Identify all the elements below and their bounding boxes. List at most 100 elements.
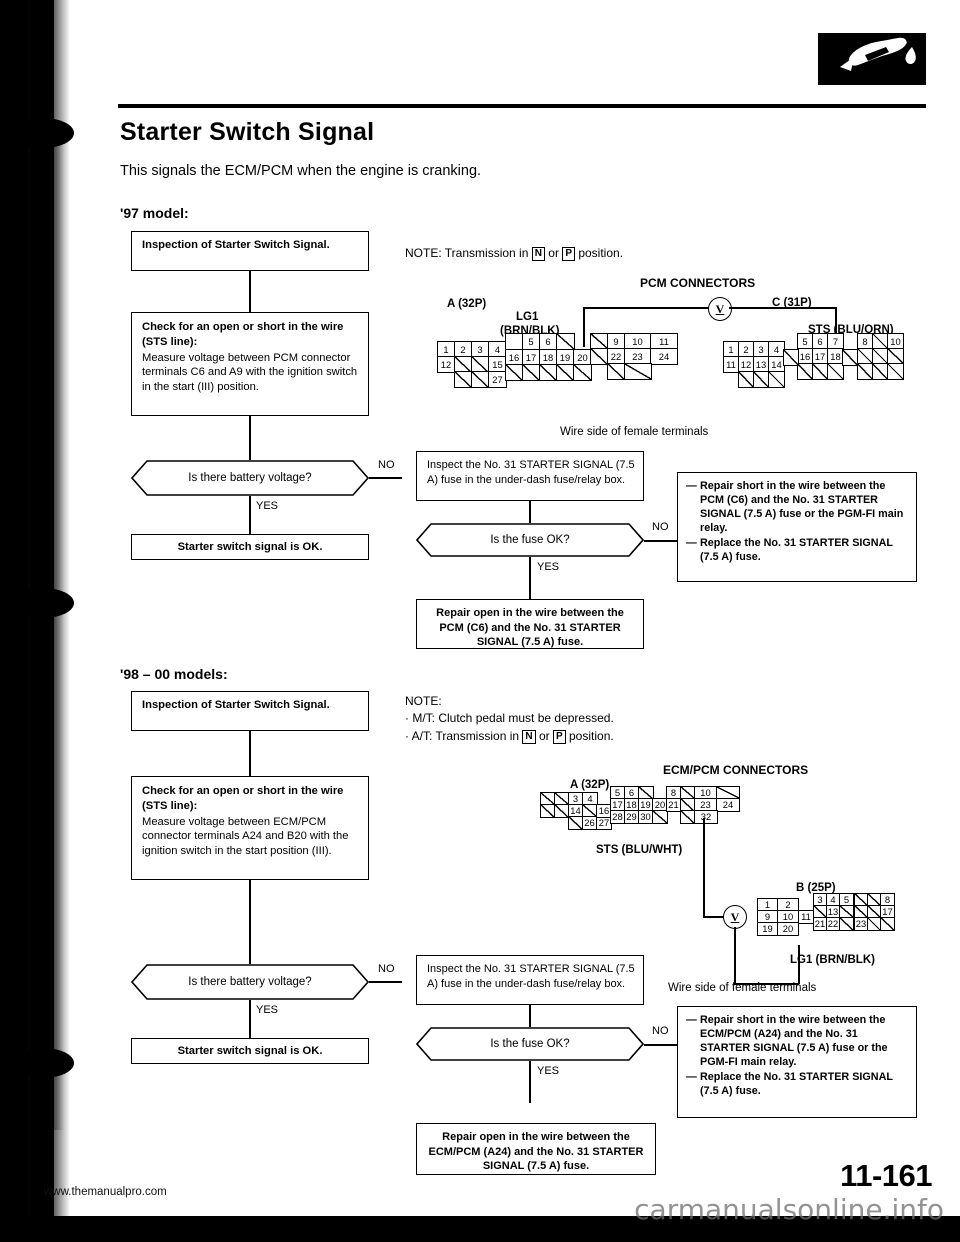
lg1-wire-label-98: LG1 (BRN/BLK) xyxy=(790,954,875,966)
binder-hole xyxy=(12,588,74,618)
flow-98-repair-short-item-2: Replace the No. 31 STARTER SIGNAL (7.5 A… xyxy=(700,1071,893,1098)
binder-hole xyxy=(12,118,74,148)
meter-lead-left-drop-97 xyxy=(583,307,585,347)
connector-a32p-label-98: A (32P) xyxy=(570,779,610,791)
flow-98-check-body: Measure voltage between ECM/PCM connecto… xyxy=(142,815,349,858)
note-97: NOTE: Transmission in N or P position. xyxy=(405,245,623,262)
note-98: NOTE: · M/T: Clutch pedal must be depres… xyxy=(405,693,614,745)
page-title: Starter Switch Signal xyxy=(120,118,375,146)
flow-97-ok-box: Starter switch signal is OK. xyxy=(131,534,369,560)
flow-97-start-label: Inspection of Starter Switch Signal. xyxy=(142,239,330,251)
note-98-prefix: NOTE: xyxy=(405,694,442,708)
flow-98-connector-2 xyxy=(249,880,251,964)
note-97-text-after: position. xyxy=(578,246,624,260)
flow-98-ok-box: Starter switch signal is OK. xyxy=(131,1038,369,1064)
flow-97-connector-1 xyxy=(249,271,251,312)
flow-97-no-label-2: NO xyxy=(652,521,669,533)
flow-98-decision-2-label: Is the fuse OK? xyxy=(490,1038,570,1050)
note-98-line-1: · M/T: Clutch pedal must be depressed. xyxy=(405,711,614,726)
fuel-nozzle-icon xyxy=(818,33,926,85)
flow-98-inspect-fuse-box: Inspect the No. 31 STARTER SIGNAL (7.5 A… xyxy=(416,955,644,1005)
flow-98-decision-battery-voltage: Is there battery voltage? xyxy=(131,964,369,1000)
flow-98-no-branch-1 xyxy=(369,981,402,983)
wire-side-caption-98: Wire side of female terminals xyxy=(668,982,817,994)
flow-97-inspect-fuse-box: Inspect the No. 31 STARTER SIGNAL (7.5 A… xyxy=(416,451,644,501)
flow-97-decision-battery-voltage: Is there battery voltage? xyxy=(131,460,369,496)
section-heading-98: '98 – 00 models: xyxy=(120,666,228,682)
ecm-pcm-connectors-title-98: ECM/PCM CONNECTORS xyxy=(663,763,809,777)
sts-wire-label-98: STS (BLU/WHT) xyxy=(596,844,683,856)
flow-97-no-branch-2 xyxy=(644,540,677,542)
flow-97-yes-label-1: YES xyxy=(256,500,279,512)
flow-97-yes-branch-1 xyxy=(249,496,251,534)
flow-97-repair-short-item-1: Repair short in the wire between the PCM… xyxy=(700,480,904,535)
flow-97-repair-open-label: Repair open in the wire between the PCM … xyxy=(436,607,624,649)
note-98-key-n: N xyxy=(522,729,536,744)
flow-98-repair-short-box: — Repair short in the wire between the E… xyxy=(677,1006,917,1118)
flow-97-check-title: Check for an open or short in the wire (… xyxy=(142,321,344,348)
flow-98-check-box: Check for an open or short in the wire (… xyxy=(131,776,369,880)
flow-98-inspect-label: Inspect the No. 31 STARTER SIGNAL (7.5 A… xyxy=(427,963,635,990)
flow-98-decision-1-label: Is there battery voltage? xyxy=(188,976,312,988)
flow-97-ok-label: Starter switch signal is OK. xyxy=(177,541,323,553)
note-97-prefix: NOTE: xyxy=(405,246,442,260)
connector-a32p-label-97: A (32P) xyxy=(447,298,487,310)
pcm-connectors-title-97: PCM CONNECTORS xyxy=(640,276,756,290)
flow-97-repair-open-box: Repair open in the wire between the PCM … xyxy=(416,599,644,649)
lg1-lead-drop-98 xyxy=(798,945,800,984)
flow-97-yes-label-2: YES xyxy=(537,561,560,573)
flow-97-connector-2 xyxy=(249,416,251,460)
flow-98-decision-fuse-ok: Is the fuse OK? xyxy=(416,1027,644,1061)
flow-98-no-branch-2 xyxy=(644,1044,677,1046)
flow-98-no-label-2: NO xyxy=(652,1025,669,1037)
flow-98-repair-short-item-1: Repair short in the wire between the ECM… xyxy=(700,1014,888,1069)
flow-98-ok-label: Starter switch signal is OK. xyxy=(177,1045,323,1057)
section-heading-97: '97 model: xyxy=(120,205,189,221)
note-98-key-p: P xyxy=(552,729,566,744)
meter-lead-bottom-98 xyxy=(734,927,736,984)
note-97-text-before: Transmission in xyxy=(444,246,529,260)
note-97-between: or xyxy=(548,246,559,260)
voltmeter-symbol-97: V xyxy=(708,297,732,321)
flow-98-connector-3 xyxy=(529,1005,531,1027)
flow-98-yes-branch-1 xyxy=(249,1000,251,1038)
scan-page-curl-shadow xyxy=(34,120,64,1130)
header-divider-rule xyxy=(118,104,926,108)
flow-98-start-box: Inspection of Starter Switch Signal. xyxy=(131,691,369,731)
flow-98-check-title: Check for an open or short in the wire (… xyxy=(142,785,344,812)
flow-97-check-body: Measure voltage between PCM connector te… xyxy=(142,351,358,394)
flow-97-repair-short-box: — Repair short in the wire between the P… xyxy=(677,472,917,582)
binder-hole xyxy=(12,1048,74,1078)
intro-paragraph: This signals the ECM/PCM when the engine… xyxy=(120,163,482,179)
flow-97-start-box: Inspection of Starter Switch Signal. xyxy=(131,231,369,271)
page-number: 11-161 xyxy=(840,1158,932,1193)
flow-97-inspect-label: Inspect the No. 31 STARTER SIGNAL (7.5 A… xyxy=(427,459,635,486)
meter-lead-top-98 xyxy=(703,916,724,918)
note-98-line-2: · A/T: Transmission in N or P position. xyxy=(405,728,614,744)
wire-side-caption-97: Wire side of female terminals xyxy=(560,426,709,438)
flow-98-start-label: Inspection of Starter Switch Signal. xyxy=(142,699,330,711)
flow-98-repair-open-box: Repair open in the wire between the ECM/… xyxy=(416,1123,656,1175)
flow-98-repair-open-label: Repair open in the wire between the ECM/… xyxy=(428,1131,644,1173)
lg1-wire-label-line1-97: LG1 xyxy=(516,311,539,323)
flow-97-no-label-1: NO xyxy=(378,459,395,471)
flow-97-decision-2-label: Is the fuse OK? xyxy=(490,534,570,546)
flow-97-repair-short-item-2: Replace the No. 31 STARTER SIGNAL (7.5 A… xyxy=(700,537,893,564)
flow-98-yes-label-2: YES xyxy=(537,1065,560,1077)
note-98-between: or xyxy=(538,728,550,743)
flow-97-decision-1-label: Is there battery voltage? xyxy=(188,472,312,484)
flow-97-check-box: Check for an open or short in the wire (… xyxy=(131,312,369,416)
meter-lead-right-97 xyxy=(729,307,836,309)
flow-98-connector-1 xyxy=(249,731,251,776)
flow-98-yes-label-1: YES xyxy=(256,1004,279,1016)
flow-97-no-branch-1 xyxy=(369,477,402,479)
flow-97-yes-branch-2 xyxy=(529,557,531,599)
note-98-line2-before: A/T: Transmission in xyxy=(411,728,520,743)
flow-97-connector-3 xyxy=(529,501,531,523)
note-97-key-p: P xyxy=(562,247,575,261)
voltmeter-symbol-98: V xyxy=(723,905,747,929)
flow-97-decision-fuse-ok: Is the fuse OK? xyxy=(416,523,644,557)
sts-lead-98 xyxy=(703,818,705,916)
watermark: carmanualsonline.info xyxy=(634,1193,944,1226)
note-98-line2-after: position. xyxy=(569,728,614,743)
